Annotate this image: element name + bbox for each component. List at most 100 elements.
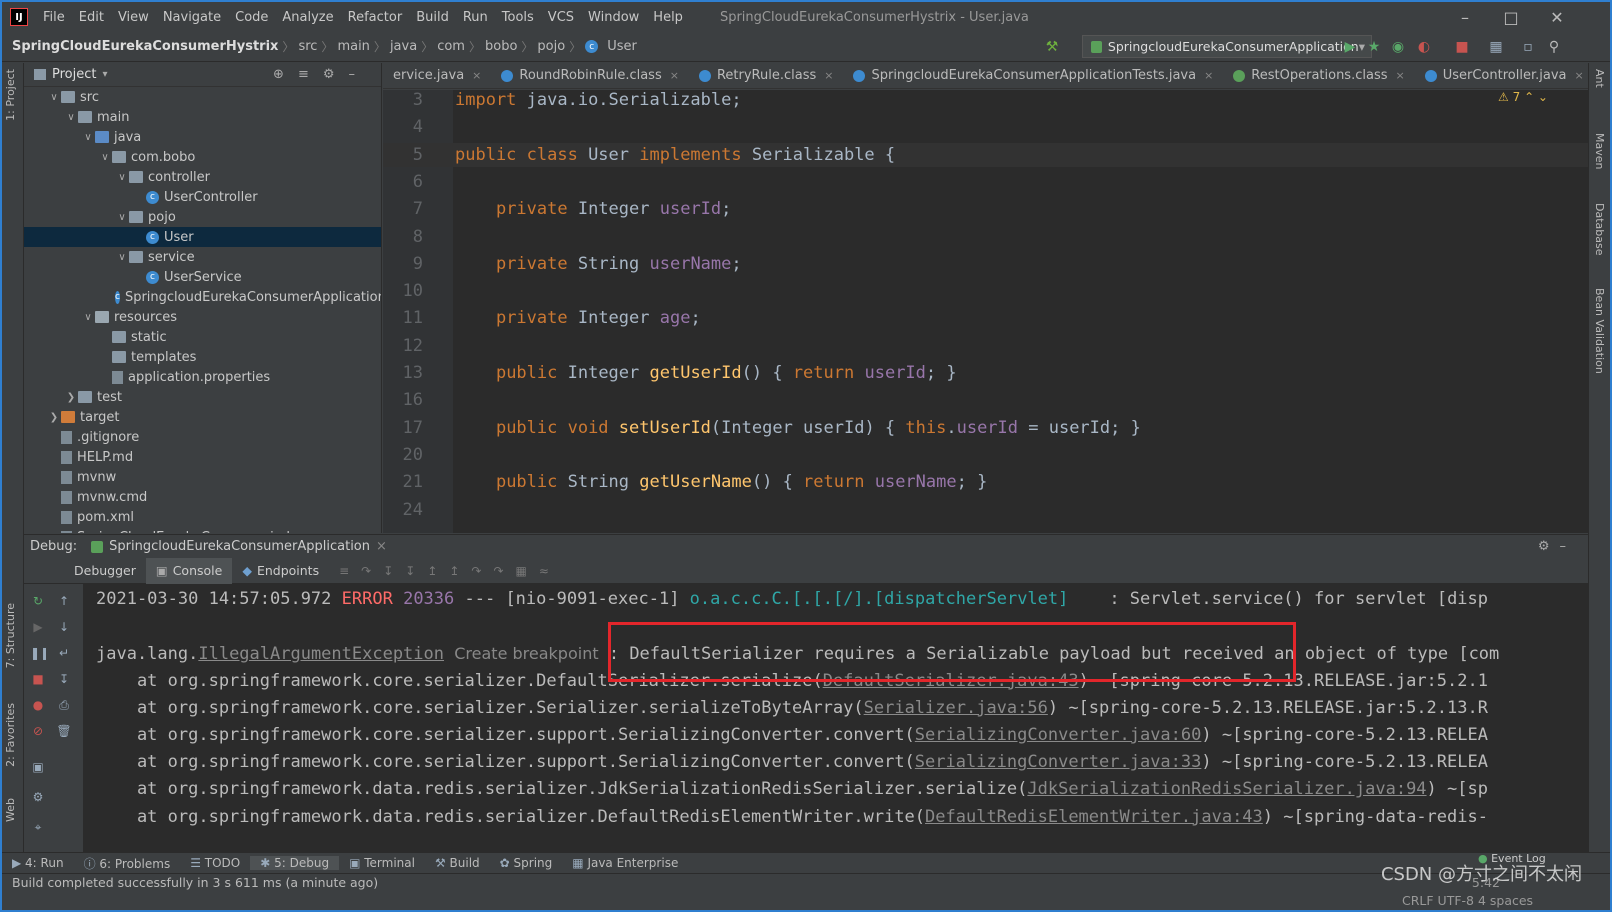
code-line[interactable]: 16 xyxy=(383,388,1588,412)
close-tab-icon[interactable]: × xyxy=(670,69,679,82)
build-hammer-icon[interactable]: ⚒ xyxy=(1042,37,1062,57)
code-editor[interactable]: 3 import java.io.Serializable; 4 5 public cl… xyxy=(383,90,1588,533)
close-tab-icon[interactable]: × xyxy=(1574,69,1583,82)
tree-item[interactable]: SpringCloudEurekaConsumer.iml xyxy=(24,527,381,533)
tree-item[interactable]: ∨ pojo xyxy=(24,207,381,227)
tree-item[interactable]: c UserService xyxy=(24,267,381,287)
editor-tab[interactable]: RoundRobinRule.class × xyxy=(491,63,689,88)
tree-item[interactable]: static xyxy=(24,327,381,347)
breadcrumb-item[interactable]: SpringCloudEurekaConsumerHystrix xyxy=(2,39,282,54)
breadcrumb-item[interactable]: src xyxy=(294,39,321,54)
menu-item-edit[interactable]: Edit xyxy=(72,10,111,25)
breadcrumb-item[interactable]: main xyxy=(333,39,373,54)
code-line[interactable]: 5 public class User implements Serializab… xyxy=(383,142,1588,167)
bottom-tab[interactable]: ▣ Terminal xyxy=(339,856,425,870)
expand-arrow-icon[interactable]: ∨ xyxy=(47,92,61,103)
breadcrumb-item[interactable]: com xyxy=(433,39,469,54)
close-tab-icon[interactable]: × xyxy=(472,69,481,82)
code-line[interactable]: 13 public Integer getUserId() { return u… xyxy=(383,361,1588,385)
expand-arrow-icon[interactable]: ∨ xyxy=(64,112,78,123)
expand-arrow-icon[interactable]: ❯ xyxy=(64,392,78,403)
debug-settings-icon[interactable]: ⚙– xyxy=(1538,539,1576,554)
soft-wrap-icon[interactable]: ↵ xyxy=(56,646,72,662)
tree-item[interactable]: ∨ service xyxy=(24,247,381,267)
layout-icon[interactable]: ▫ xyxy=(1518,37,1538,57)
settings-icon[interactable]: ⚙ xyxy=(30,790,46,806)
up-arrow-icon[interactable]: ↑ xyxy=(56,594,72,610)
menu-item-navigate[interactable]: Navigate xyxy=(156,10,228,25)
tab-debugger[interactable]: Debugger xyxy=(64,558,146,584)
menu-item-tools[interactable]: Tools xyxy=(495,10,541,25)
editor-tab[interactable]: RestOperations.class × xyxy=(1223,63,1414,88)
stop-icon[interactable]: ■ xyxy=(30,672,46,688)
pause-icon[interactable]: ❚❚ xyxy=(30,646,50,662)
code-line[interactable]: 12 xyxy=(383,334,1588,358)
minimize-icon[interactable]: – xyxy=(1442,2,1488,32)
ant-tool-tab[interactable]: Ant xyxy=(1593,69,1606,88)
close-tab-icon[interactable]: × xyxy=(824,69,833,82)
expand-arrow-icon[interactable]: ∨ xyxy=(81,132,95,143)
close-tab-icon[interactable]: × xyxy=(1396,69,1405,82)
breadcrumb-item[interactable]: java xyxy=(386,39,421,54)
debug-step-actions[interactable]: ≡↷↧↧↥↥↷↷▦≈ xyxy=(339,564,561,578)
menu-item-window[interactable]: Window xyxy=(581,10,646,25)
code-line[interactable]: 21 public String getUserName() { return … xyxy=(383,470,1588,494)
tree-item[interactable]: ∨ controller xyxy=(24,167,381,187)
project-panel-title[interactable]: Project xyxy=(52,67,96,82)
breadcrumb-item[interactable]: pojo xyxy=(533,39,569,54)
project-structure-icon[interactable]: ▦ xyxy=(1486,37,1506,57)
close-icon[interactable]: ✕ xyxy=(1534,2,1580,32)
view-breakpoints-icon[interactable]: ● xyxy=(30,698,46,714)
menu-item-analyze[interactable]: Analyze xyxy=(275,10,340,25)
menu-item-help[interactable]: Help xyxy=(646,10,690,25)
close-tab-icon[interactable]: × xyxy=(1204,69,1213,82)
tree-item[interactable]: ∨ main xyxy=(24,107,381,127)
print-icon[interactable]: ⎙ xyxy=(56,698,72,714)
tree-item[interactable]: c User xyxy=(24,227,381,247)
coverage-icon[interactable]: ◉ xyxy=(1388,37,1408,57)
menu-item-refactor[interactable]: Refactor xyxy=(341,10,410,25)
maximize-icon[interactable]: □ xyxy=(1488,2,1534,32)
bottom-tab[interactable]: ▶ 4: Run xyxy=(2,856,74,870)
code-line[interactable]: 8 xyxy=(383,225,1588,249)
clear-icon[interactable]: 🗑 xyxy=(56,724,72,740)
search-icon[interactable]: ⚲ xyxy=(1544,37,1564,57)
tree-item[interactable]: ❯ target xyxy=(24,407,381,427)
code-line[interactable]: 4 xyxy=(383,115,1588,139)
close-icon[interactable]: × xyxy=(376,539,387,554)
tab-endpoints[interactable]: ◆ Endpoints xyxy=(232,558,329,584)
maven-tool-tab[interactable]: Maven xyxy=(1593,133,1606,169)
web-tool-tab[interactable]: Web xyxy=(4,798,17,822)
editor-tab[interactable]: ervice.java × xyxy=(383,63,491,88)
stop-icon[interactable]: ■ xyxy=(1452,37,1472,57)
code-line[interactable]: 9 private String userName; xyxy=(383,252,1588,276)
expand-arrow-icon[interactable]: ∨ xyxy=(115,172,129,183)
warnings-indicator[interactable]: ⚠ 7 ⌃ ⌄ xyxy=(1498,90,1548,104)
expand-arrow-icon[interactable]: ∨ xyxy=(115,212,129,223)
code-line[interactable]: 3 import java.io.Serializable; xyxy=(383,90,1588,112)
tree-item[interactable]: ∨ resources xyxy=(24,307,381,327)
code-line[interactable]: 20 xyxy=(383,443,1588,467)
expand-arrow-icon[interactable]: ∨ xyxy=(81,312,95,323)
bottom-tab[interactable]: ✿ Spring xyxy=(490,856,563,870)
tree-item[interactable]: .gitignore xyxy=(24,427,381,447)
pin-icon[interactable]: ⌖ xyxy=(30,820,46,836)
bottom-tab[interactable]: ☰ TODO xyxy=(180,856,250,870)
tree-item[interactable]: ∨ java xyxy=(24,127,381,147)
down-arrow-icon[interactable]: ↓ xyxy=(56,620,72,636)
encoding-info[interactable]: CRLF UTF-8 4 spaces xyxy=(1402,892,1533,910)
favorites-tool-tab[interactable]: 2: Favorites xyxy=(4,703,17,767)
tree-item[interactable]: c UserController xyxy=(24,187,381,207)
rerun-icon[interactable]: ↻ xyxy=(30,594,46,610)
resume-icon[interactable]: ▶ xyxy=(30,620,46,636)
project-tool-tab[interactable]: 1: Project xyxy=(4,69,17,121)
tree-item[interactable]: pom.xml xyxy=(24,507,381,527)
bottom-tab[interactable]: ▦ Java Enterprise xyxy=(562,856,688,870)
structure-tool-tab[interactable]: 7: Structure xyxy=(4,603,17,668)
tree-item[interactable]: templates xyxy=(24,347,381,367)
tree-item[interactable]: ∨ src xyxy=(24,87,381,107)
code-line[interactable]: 7 private Integer userId; xyxy=(383,197,1588,221)
run-configuration-select[interactable]: SpringcloudEurekaConsumerApplication ▾ xyxy=(1082,35,1372,58)
bean-validation-tool-tab[interactable]: Bean Validation xyxy=(1593,288,1606,374)
code-line[interactable]: 6 xyxy=(383,170,1588,194)
